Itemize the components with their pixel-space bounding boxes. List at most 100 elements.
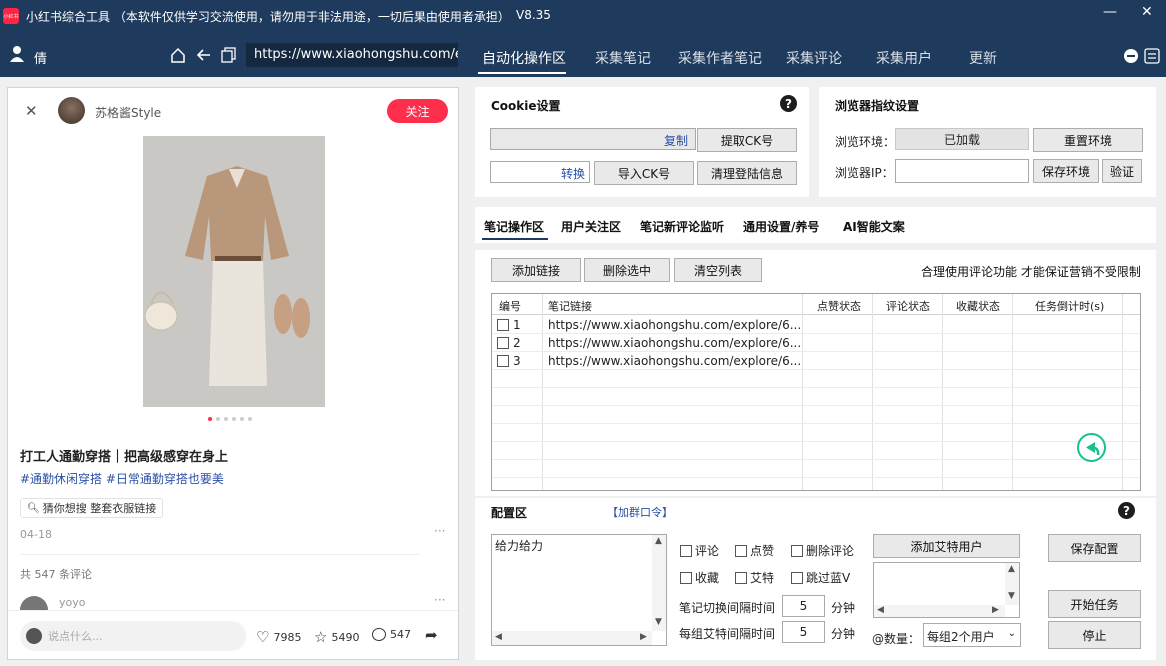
settings-icon[interactable]	[1144, 48, 1160, 67]
back-icon[interactable]	[196, 47, 212, 66]
nav-bar: 倩 https://www.xiaohongshu.com/e 自动化操作区 采…	[0, 32, 1166, 77]
env-label: 浏览环境：	[835, 135, 896, 149]
table-row[interactable]: 1 https://www.xiaohongshu.com/explore/6.…	[492, 316, 1140, 334]
config-help-icon[interactable]: ?	[1118, 502, 1135, 519]
vscroll[interactable]: ▲ ▼	[652, 535, 666, 631]
subtab-user-follow[interactable]: 用户关注区	[561, 218, 621, 235]
checkbox[interactable]	[680, 571, 692, 584]
subtab-comment-monitor[interactable]: 笔记新评论监听	[640, 218, 724, 235]
vscroll[interactable]: ▲ ▼	[1005, 563, 1019, 605]
collect-button[interactable]: ☆ 5490	[314, 628, 359, 646]
check-delete-comment[interactable]: 删除评论	[791, 542, 854, 559]
copy-icon[interactable]	[221, 47, 237, 66]
notes-table[interactable]: 编号 笔记链接 点赞状态 评论状态 收藏状态 任务倒计时(s) 1 https:…	[491, 293, 1141, 491]
copy-link[interactable]: 复制	[664, 132, 688, 149]
table-row[interactable]: 3 https://www.xiaohongshu.com/explore/6.…	[492, 352, 1140, 370]
convert-link[interactable]: 转换	[561, 165, 585, 182]
clear-login-button[interactable]: 清理登陆信息	[697, 161, 797, 185]
close-note-icon[interactable]: ✕	[25, 102, 38, 120]
title-bar: 小红书 小红书综合工具 （本软件仅供学习交流使用，请勿用于非法用途，一切后果由使…	[0, 0, 1166, 32]
group-interval-input[interactable]: 5	[782, 621, 825, 643]
comment-button[interactable]: 547	[372, 628, 411, 641]
subtab-ai-copy[interactable]: AI智能文案	[843, 218, 905, 235]
scroll-left-icon[interactable]: ◀	[877, 605, 884, 615]
table-row[interactable]: 2 https://www.xiaohongshu.com/explore/6.…	[492, 334, 1140, 352]
user-name: 倩	[34, 52, 48, 67]
subtab-note-ops[interactable]: 笔记操作区	[484, 218, 544, 235]
import-ck-button[interactable]: 导入CK号	[594, 161, 694, 185]
comment-input[interactable]: 说点什么...	[20, 621, 246, 651]
env-value: 已加载	[895, 128, 1029, 150]
row-checkbox[interactable]	[497, 355, 509, 367]
save-config-button[interactable]: 保存配置	[1048, 534, 1141, 562]
check-skip-bluev[interactable]: 跳过蓝V	[791, 569, 850, 586]
search-chip[interactable]: 🔍︎ 猜你想搜 整套衣服链接	[20, 498, 164, 518]
scroll-down-icon[interactable]: ▼	[655, 617, 662, 627]
minimize-icon[interactable]: —	[1103, 4, 1117, 20]
clear-list-button[interactable]: 清空列表	[674, 258, 762, 282]
comment-more-icon[interactable]: ···	[434, 593, 445, 607]
reset-env-button[interactable]: 重置环境	[1033, 128, 1143, 152]
checkbox[interactable]	[735, 571, 747, 584]
group-link[interactable]: 【加群口令】	[607, 504, 673, 520]
verify-button[interactable]: 验证	[1102, 159, 1142, 183]
scroll-right-icon[interactable]: ▶	[640, 632, 647, 642]
hscroll[interactable]: ◀ ▶	[874, 605, 1005, 617]
scroll-down-icon[interactable]: ▼	[1008, 591, 1015, 601]
carousel-dots[interactable]	[208, 417, 252, 421]
tab-collect-notes[interactable]: 采集笔记	[595, 48, 651, 68]
subtab-general-settings[interactable]: 通用设置/养号	[743, 218, 819, 235]
row-checkbox[interactable]	[497, 337, 509, 349]
scroll-up-icon[interactable]: ▲	[1008, 564, 1015, 574]
minus-circle-icon[interactable]	[1124, 49, 1138, 63]
outfit-illustration	[144, 166, 310, 386]
scroll-left-icon[interactable]: ◀	[495, 632, 502, 642]
more-icon[interactable]: ···	[434, 524, 445, 538]
check-like[interactable]: 点赞	[735, 542, 774, 559]
follow-button[interactable]: 关注	[387, 99, 448, 123]
scroll-right-icon[interactable]: ▶	[992, 605, 999, 615]
stop-button[interactable]: 停止	[1048, 621, 1141, 649]
check-at[interactable]: 艾特	[735, 569, 774, 586]
return-icon[interactable]	[1077, 433, 1106, 462]
start-task-button[interactable]: 开始任务	[1048, 590, 1141, 618]
col-header-collect: 收藏状态	[956, 300, 1000, 313]
interval-input[interactable]: 5	[782, 595, 825, 617]
add-at-user-button[interactable]: 添加艾特用户	[873, 534, 1020, 558]
checkbox[interactable]	[735, 544, 747, 557]
save-env-button[interactable]: 保存环境	[1033, 159, 1099, 183]
hscroll[interactable]: ◀ ▶	[492, 631, 652, 645]
tab-collect-author-notes[interactable]: 采集作者笔记	[678, 48, 762, 68]
tab-collect-comments[interactable]: 采集评论	[786, 48, 842, 68]
count-select[interactable]: 每组2个用户 ⌄	[923, 623, 1021, 647]
checkbox[interactable]	[791, 544, 803, 557]
author-avatar[interactable]	[58, 97, 85, 124]
delete-selected-button[interactable]: 删除选中	[584, 258, 670, 282]
tab-automation[interactable]: 自动化操作区	[482, 48, 566, 68]
tab-update[interactable]: 更新	[969, 48, 997, 68]
author-name[interactable]: 苏格酱Style	[95, 104, 161, 121]
check-comment[interactable]: 评论	[680, 542, 719, 559]
check-label: 收藏	[695, 571, 720, 585]
close-icon[interactable]: ✕	[1141, 4, 1153, 20]
comment-total: 共 547 条评论	[20, 568, 92, 581]
at-user-list[interactable]: ▲ ▼ ◀ ▶	[873, 562, 1020, 618]
checkbox[interactable]	[680, 544, 692, 557]
scroll-up-icon[interactable]: ▲	[655, 536, 662, 546]
checkbox[interactable]	[791, 571, 803, 584]
like-button[interactable]: ♡ 7985	[256, 628, 301, 646]
row-checkbox[interactable]	[497, 319, 509, 331]
note-image[interactable]	[143, 136, 325, 407]
help-icon[interactable]: ?	[780, 95, 797, 112]
star-icon: ☆	[314, 628, 328, 646]
share-icon[interactable]: ➦	[425, 626, 438, 644]
add-link-button[interactable]: 添加链接	[491, 258, 581, 282]
home-icon[interactable]	[170, 47, 186, 66]
comment-text-area[interactable]: 给力给力 ▲ ▼ ◀ ▶	[491, 534, 667, 646]
ip-input[interactable]	[895, 159, 1029, 183]
url-bar[interactable]: https://www.xiaohongshu.com/e	[246, 43, 458, 67]
note-tags[interactable]: #通勤休闲穿搭 #日常通勤穿搭也要美	[20, 470, 224, 487]
extract-ck-button[interactable]: 提取CK号	[697, 128, 797, 152]
check-collect[interactable]: 收藏	[680, 569, 719, 586]
tab-collect-users[interactable]: 采集用户	[876, 48, 932, 68]
